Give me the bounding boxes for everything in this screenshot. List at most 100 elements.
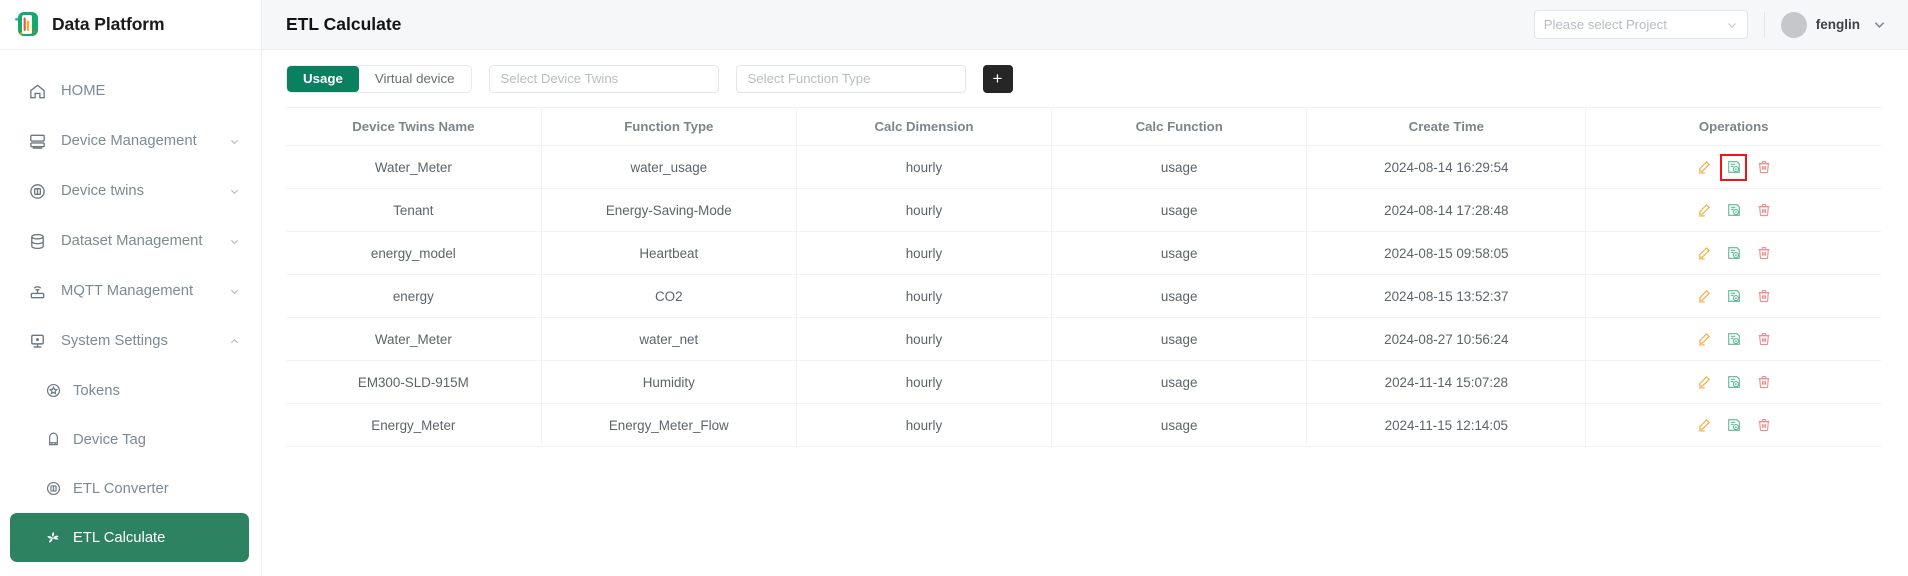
edit-pencil-icon[interactable] bbox=[1695, 159, 1712, 176]
device-twins-name-cell: energy bbox=[286, 274, 542, 318]
project-select[interactable]: Please select Project bbox=[1533, 10, 1748, 39]
chevron-down-icon[interactable] bbox=[227, 284, 241, 298]
table-row: Energy_Meter Energy_Meter_Flow hourly usage… bbox=[286, 403, 1881, 447]
converter-circle-icon bbox=[43, 479, 63, 499]
device-twins-name-cell: Water_Meter bbox=[286, 317, 542, 361]
tab-usage[interactable]: Usage bbox=[287, 65, 359, 92]
column-header-device-twins-name: Device Twins Name bbox=[286, 107, 542, 146]
view-document-icon[interactable] bbox=[1725, 288, 1742, 305]
operations-group bbox=[1586, 153, 1881, 181]
sidebar-item-label: Device Tag bbox=[73, 431, 146, 448]
calc-dimension-cell: hourly bbox=[795, 403, 1052, 447]
table-row: energy CO2 hourly usage 2024-08-15 13:52:37 bbox=[286, 274, 1881, 318]
delete-trash-icon[interactable] bbox=[1755, 202, 1772, 219]
table-row: Water_Meter water_net hourly usage 2024-08-2… bbox=[286, 317, 1881, 361]
delete-trash-icon[interactable] bbox=[1755, 159, 1772, 176]
function-type-cell: CO2 bbox=[540, 274, 797, 318]
column-header-calc-function: Calc Function bbox=[1051, 107, 1307, 146]
star-badge-icon bbox=[43, 381, 63, 401]
edit-pencil-icon[interactable] bbox=[1695, 288, 1712, 305]
table-body: Water_Meter water_usage hourly usage 2024-08… bbox=[286, 145, 1881, 447]
sidebar-item-mqtt-management[interactable]: MQTT Management bbox=[0, 266, 261, 316]
chevron-down-icon[interactable] bbox=[227, 234, 241, 248]
device-twins-name-cell: Water_Meter bbox=[286, 145, 542, 189]
header-divider bbox=[1763, 11, 1765, 38]
create-time-cell: 2024-08-27 10:56:24 bbox=[1306, 317, 1586, 361]
sidebar-item-etl-converter[interactable]: ETL Converter bbox=[0, 464, 261, 513]
calc-dimension-cell: hourly bbox=[795, 188, 1052, 232]
delete-trash-icon[interactable] bbox=[1755, 288, 1772, 305]
delete-trash-icon[interactable] bbox=[1755, 417, 1772, 434]
mode-segmented-control: Usage Virtual device bbox=[286, 64, 472, 93]
project-select-placeholder: Please select Project bbox=[1543, 17, 1667, 32]
operations-group bbox=[1586, 331, 1881, 348]
function-type-select[interactable]: Select Function Type bbox=[735, 64, 966, 93]
monitor-icon bbox=[26, 330, 48, 352]
etl-calculate-table: Device Twins Name Function Type Calc Dim… bbox=[286, 107, 1881, 447]
delete-trash-icon[interactable] bbox=[1755, 245, 1772, 262]
sidebar-item-tokens[interactable]: Tokens bbox=[0, 366, 261, 415]
function-type-cell: Energy_Meter_Flow bbox=[540, 403, 797, 447]
calculate-fan-icon bbox=[43, 528, 63, 548]
sidebar-item-device-twins[interactable]: Device twins bbox=[0, 166, 261, 216]
edit-pencil-icon[interactable] bbox=[1695, 374, 1712, 391]
plus-icon: + bbox=[992, 69, 1003, 88]
chevron-up-icon[interactable] bbox=[227, 334, 241, 348]
brand: Data Platform bbox=[0, 0, 261, 50]
edit-pencil-icon[interactable] bbox=[1695, 202, 1712, 219]
view-document-icon[interactable] bbox=[1725, 202, 1742, 219]
database-icon bbox=[26, 230, 48, 252]
view-document-icon[interactable] bbox=[1725, 417, 1742, 434]
sidebar-item-device-tag[interactable]: Device Tag bbox=[0, 415, 261, 464]
view-document-icon[interactable] bbox=[1720, 153, 1748, 181]
user-menu[interactable]: fenglin bbox=[1780, 11, 1886, 38]
edit-pencil-icon[interactable] bbox=[1695, 245, 1712, 262]
column-header-function-type: Function Type bbox=[540, 107, 797, 146]
calc-dimension-cell: hourly bbox=[795, 231, 1052, 275]
device-twins-select[interactable]: Select Device Twins bbox=[488, 64, 719, 93]
sidebar-item-label: Device Management bbox=[61, 133, 197, 149]
sidebar-item-label: Device twins bbox=[61, 183, 145, 199]
tab-virtual-device[interactable]: Virtual device bbox=[359, 66, 471, 92]
server-icon bbox=[26, 130, 48, 152]
router-icon bbox=[26, 280, 48, 302]
sidebar-item-label: ETL Converter bbox=[73, 480, 169, 497]
create-time-cell: 2024-08-14 16:29:54 bbox=[1306, 145, 1586, 189]
edit-pencil-icon[interactable] bbox=[1695, 417, 1712, 434]
sidebar-item-system-settings[interactable]: System Settings bbox=[0, 316, 261, 366]
view-document-icon[interactable] bbox=[1725, 331, 1742, 348]
create-time-cell: 2024-08-15 13:52:37 bbox=[1306, 274, 1586, 318]
sidebar-item-device-management[interactable]: Device Management bbox=[0, 116, 261, 166]
chevron-down-icon[interactable] bbox=[227, 184, 241, 198]
table-row: Tenant Energy-Saving-Mode hourly usage 2024-… bbox=[286, 188, 1881, 232]
sidebar-item-label: MQTT Management bbox=[61, 283, 194, 299]
operations-cell bbox=[1585, 188, 1881, 232]
data-platform-logo-icon bbox=[13, 11, 40, 38]
top-header: ETL Calculate Please select Project feng… bbox=[262, 0, 1908, 50]
sidebar-item-home[interactable]: HOME bbox=[0, 66, 261, 116]
chevron-down-icon bbox=[1873, 18, 1886, 31]
function-type-cell: Humidity bbox=[540, 360, 797, 404]
sidebar-item-dataset-management[interactable]: Dataset Management bbox=[0, 216, 261, 266]
create-time-cell: 2024-08-14 17:28:48 bbox=[1306, 188, 1586, 232]
edit-pencil-icon[interactable] bbox=[1695, 331, 1712, 348]
calc-function-cell: usage bbox=[1051, 231, 1307, 275]
sidebar-item-etl-calculate[interactable]: ETL Calculate bbox=[10, 513, 249, 562]
operations-group bbox=[1586, 202, 1881, 219]
delete-trash-icon[interactable] bbox=[1755, 331, 1772, 348]
delete-trash-icon[interactable] bbox=[1755, 374, 1772, 391]
content-area: Usage Virtual device Select Device Twins… bbox=[262, 50, 1908, 576]
chevron-down-icon[interactable] bbox=[227, 134, 241, 148]
view-document-icon[interactable] bbox=[1725, 245, 1742, 262]
home-icon bbox=[26, 80, 48, 102]
calc-function-cell: usage bbox=[1051, 403, 1307, 447]
calc-function-cell: usage bbox=[1051, 145, 1307, 189]
tag-icon bbox=[43, 430, 63, 450]
view-document-icon[interactable] bbox=[1725, 374, 1742, 391]
device-twins-name-cell: Tenant bbox=[286, 188, 542, 232]
add-button[interactable]: + bbox=[982, 64, 1013, 93]
create-time-cell: 2024-08-15 09:58:05 bbox=[1306, 231, 1586, 275]
device-twins-name-cell: Energy_Meter bbox=[286, 403, 542, 447]
device-twins-name-cell: energy_model bbox=[286, 231, 542, 275]
column-header-calc-dimension: Calc Dimension bbox=[795, 107, 1052, 146]
